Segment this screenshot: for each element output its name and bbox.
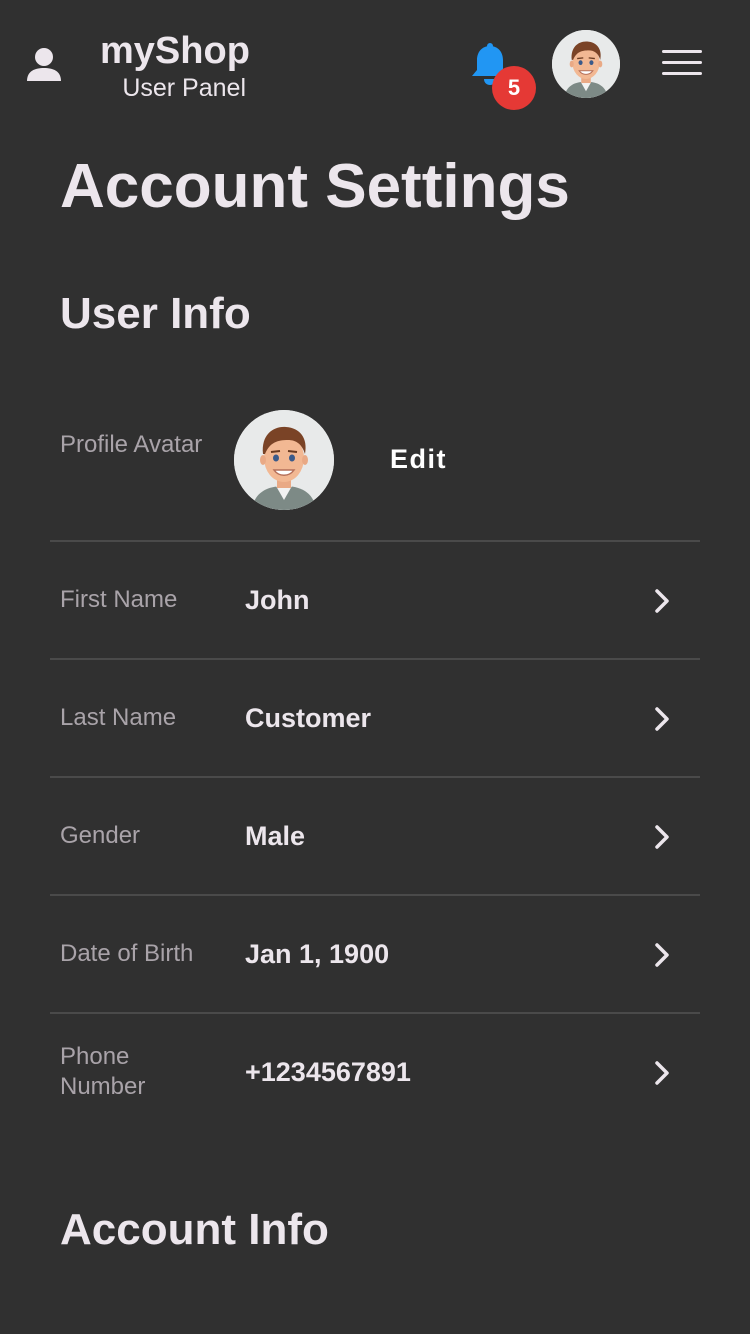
user-icon[interactable] [25, 45, 63, 85]
last-name-row[interactable]: Last Name Customer [50, 658, 700, 776]
chevron-right-icon [655, 707, 669, 731]
notification-badge: 5 [492, 66, 536, 110]
first-name-value: John [245, 584, 310, 615]
user-info-title: User Info [60, 289, 251, 338]
first-name-row[interactable]: First Name John [50, 540, 700, 658]
date-of-birth-row[interactable]: Date of Birth Jan 1, 1900 [50, 894, 700, 1012]
chevron-right-icon [655, 943, 669, 967]
edit-avatar-button[interactable]: Edit [390, 444, 447, 475]
profile-avatar-label: Profile Avatar [60, 431, 203, 458]
page-title: Account Settings [60, 152, 570, 221]
phone-number-value: +1234567891 [245, 1056, 411, 1087]
profile-avatar [234, 410, 334, 510]
phone-number-row[interactable]: Phone Number +1234567891 [50, 1012, 700, 1130]
first-name-label: First Name [60, 586, 178, 613]
menu-icon[interactable] [662, 50, 702, 80]
chevron-right-icon [655, 1061, 669, 1085]
phone-number-label: Phone Number [60, 1043, 146, 1100]
avatar-image [552, 30, 620, 98]
gender-label: Gender [60, 822, 141, 849]
date-of-birth-label: Date of Birth [60, 940, 194, 967]
brand-name: myShop [100, 30, 250, 72]
gender-value: Male [245, 820, 306, 851]
date-of-birth-value: Jan 1, 1900 [245, 938, 390, 969]
chevron-right-icon [655, 825, 669, 849]
last-name-label: Last Name [60, 704, 177, 731]
account-info-title: Account Info [60, 1205, 329, 1254]
gender-row[interactable]: Gender Male [50, 776, 700, 894]
last-name-value: Customer [245, 702, 372, 733]
brand-subtitle: User Panel [122, 74, 246, 102]
brand: myShop User Panel [100, 30, 250, 104]
header-avatar[interactable] [552, 30, 620, 98]
avatar-image [234, 410, 334, 510]
app-header: myShop User Panel 5 [0, 0, 750, 130]
chevron-right-icon [655, 589, 669, 613]
profile-avatar-row: Profile Avatar Edit [50, 400, 700, 540]
